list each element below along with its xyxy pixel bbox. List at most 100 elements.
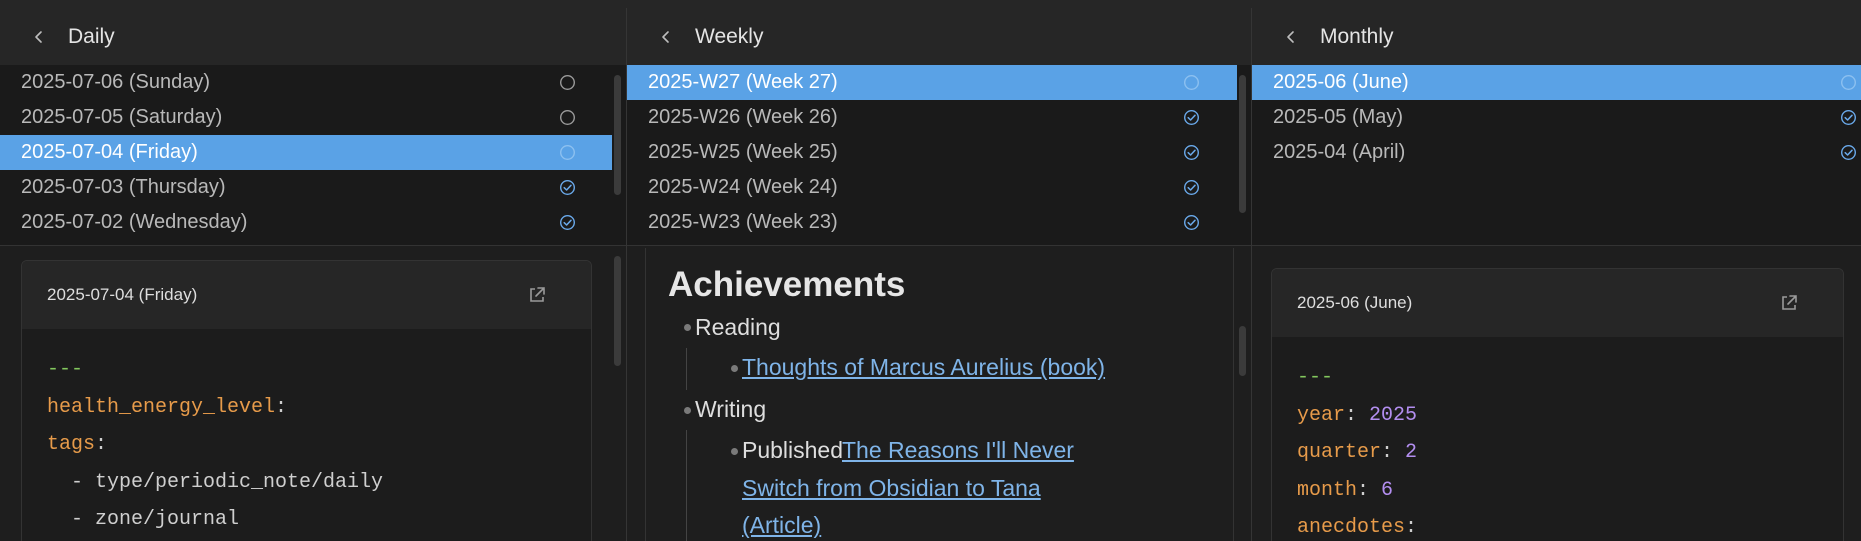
list-item-label: 2025-07-05 (Saturday) <box>21 106 223 128</box>
yaml-key: month <box>1297 478 1358 502</box>
external-link-icon[interactable] <box>1779 293 1799 313</box>
article-link[interactable]: Switch from Obsidian to Tana <box>742 475 1041 502</box>
yaml-key: tags <box>47 433 96 456</box>
yaml-key: health_energy_level <box>47 395 276 419</box>
weekly-column: Weekly 2025-W27 (Week 27) 2025-W26 (Week … <box>627 8 1251 541</box>
chevron-left-icon <box>662 30 669 43</box>
list-item[interactable]: 2025-04 (April) <box>1252 135 1861 170</box>
yaml-list-item: - zone/journal <box>47 508 240 531</box>
monthly-preview-card: 2025-06 (June) --- year: 2025 quarter: 2… <box>1271 268 1844 541</box>
list-item-label: 2025-07-02 (Wednesday) <box>21 211 248 233</box>
list-item[interactable]: 2025-07-06 (Sunday) <box>0 65 612 100</box>
article-link[interactable]: (Article) <box>742 512 821 539</box>
list-item[interactable]: 2025-W27 (Week 27) <box>627 65 1237 100</box>
preview-header: 2025-07-04 (Friday) <box>22 261 591 329</box>
yaml-key: year <box>1297 403 1346 427</box>
list-scrollbar[interactable] <box>1239 75 1246 213</box>
daily-header: Daily <box>0 8 626 65</box>
list-item[interactable]: 2025-W24 (Week 24) <box>627 170 1237 205</box>
check-circle-icon[interactable] <box>1183 109 1200 126</box>
note-scrollbar[interactable] <box>1239 326 1246 376</box>
chevron-left-icon <box>1287 30 1294 43</box>
check-circle-icon[interactable] <box>1840 109 1857 126</box>
list-item-label: 2025-W24 (Week 24) <box>648 176 838 198</box>
circle-icon[interactable] <box>559 144 576 161</box>
list-item[interactable]: 2025-W25 (Week 25) <box>627 135 1237 170</box>
yaml-key: quarter <box>1297 441 1382 464</box>
column-title: Weekly <box>695 24 764 48</box>
weekly-note: Achievements Reading Thoughts of Marcus … <box>645 248 1234 541</box>
bullet <box>684 407 691 414</box>
external-link-icon[interactable] <box>527 285 547 305</box>
bullet <box>731 365 738 372</box>
list-item[interactable]: 2025-07-03 (Thursday) <box>0 170 612 205</box>
back-button[interactable] <box>1280 26 1302 48</box>
list-item[interactable]: 2025-05 (May) <box>1252 100 1861 135</box>
yaml-number: 6 <box>1381 478 1394 502</box>
published-label: Published <box>742 437 844 463</box>
check-circle-icon[interactable] <box>559 179 576 196</box>
list-item[interactable]: 2025-06 (June) <box>1252 65 1861 100</box>
indent-guide <box>686 348 687 390</box>
list-item-label: 2025-05 (May) <box>1273 106 1404 128</box>
article-link[interactable]: The Reasons I'll Never <box>842 437 1074 464</box>
frontmatter-code: --- year: 2025 quarter: 2 month: 6 anecd… <box>1297 366 1418 539</box>
circle-icon[interactable] <box>559 74 576 91</box>
list-item[interactable]: 2025-07-05 (Saturday) <box>0 100 612 135</box>
column-title: Daily <box>68 24 115 48</box>
list-item-label: 2025-W23 (Week 23) <box>648 211 838 233</box>
preview-scrollbar[interactable] <box>614 256 621 366</box>
list-item[interactable]: 2025-07-02 (Wednesday) <box>0 205 612 240</box>
daily-column: Daily 2025-07-06 (Sunday) 2025-07-05 (Sat… <box>0 8 626 541</box>
preview-title: 2025-06 (June) <box>1297 293 1413 312</box>
preview-title: 2025-07-04 (Friday) <box>47 285 198 304</box>
yaml-number: 2025 <box>1369 403 1418 427</box>
frontmatter-code: --- health_energy_level: tags: - type/pe… <box>47 358 384 531</box>
weekly-header: Weekly <box>627 8 1251 65</box>
circle-icon[interactable] <box>559 109 576 126</box>
list-item-label: 2025-07-03 (Thursday) <box>21 176 226 198</box>
check-circle-icon[interactable] <box>1840 144 1857 161</box>
preview-header: 2025-06 (June) <box>1272 269 1843 337</box>
list-item-label: 2025-06 (June) <box>1273 71 1409 93</box>
list-item-label: 2025-07-04 (Friday) <box>21 141 198 163</box>
list-item-label: 2025-W25 (Week 25) <box>648 141 838 163</box>
list-item[interactable]: 2025-07-04 (Friday) <box>0 135 612 170</box>
indent-guide <box>686 430 687 541</box>
circle-icon[interactable] <box>1840 74 1857 91</box>
back-button[interactable] <box>28 26 50 48</box>
list-item-label: 2025-04 (April) <box>1273 141 1406 163</box>
chevron-left-icon <box>35 30 42 43</box>
bullet <box>684 324 691 331</box>
list-item-label: 2025-W27 (Week 27) <box>648 71 838 93</box>
yaml-dashes: --- <box>47 358 84 381</box>
list-item-label: 2025-W26 (Week 26) <box>648 106 838 128</box>
yaml-number: 2 <box>1405 441 1418 464</box>
weekly-list[interactable]: 2025-W27 (Week 27) 2025-W26 (Week 26) 2025… <box>627 65 1251 246</box>
yaml-list-item: - type/periodic_note/daily <box>47 470 384 494</box>
list-item-label: 2025-07-06 (Sunday) <box>21 71 211 93</box>
list-item[interactable]: 2025-W23 (Week 23) <box>627 205 1237 240</box>
monthly-list[interactable]: 2025-06 (June) 2025-05 (May) 2025-04 (Apri… <box>1252 65 1861 246</box>
daily-preview-card: 2025-07-04 (Friday) --- health_energy_le… <box>21 260 592 541</box>
periodic-notes-app: Daily 2025-07-06 (Sunday) 2025-07-05 (Sat… <box>0 0 1861 541</box>
back-button[interactable] <box>655 26 677 48</box>
yaml-dashes: --- <box>1297 366 1334 389</box>
monthly-header: Monthly <box>1252 8 1861 65</box>
bullet-reading: Reading <box>695 314 781 340</box>
bullet <box>731 448 738 455</box>
check-circle-icon[interactable] <box>1183 214 1200 231</box>
check-circle-icon[interactable] <box>1183 179 1200 196</box>
daily-list[interactable]: 2025-07-06 (Sunday) 2025-07-05 (Saturday)… <box>0 65 626 246</box>
bullet-writing: Writing <box>695 396 767 422</box>
list-scrollbar[interactable] <box>614 75 621 195</box>
reading-link[interactable]: Thoughts of Marcus Aurelius (book) <box>742 354 1105 381</box>
monthly-column: Monthly 2025-06 (June) 2025-05 (May) 2025-… <box>1252 8 1861 541</box>
circle-icon[interactable] <box>1183 74 1200 91</box>
yaml-key: anecdotes <box>1297 516 1406 539</box>
column-title: Monthly <box>1320 24 1394 48</box>
check-circle-icon[interactable] <box>559 214 576 231</box>
list-item[interactable]: 2025-W26 (Week 26) <box>627 100 1237 135</box>
check-circle-icon[interactable] <box>1183 144 1200 161</box>
note-heading: Achievements <box>668 265 906 304</box>
